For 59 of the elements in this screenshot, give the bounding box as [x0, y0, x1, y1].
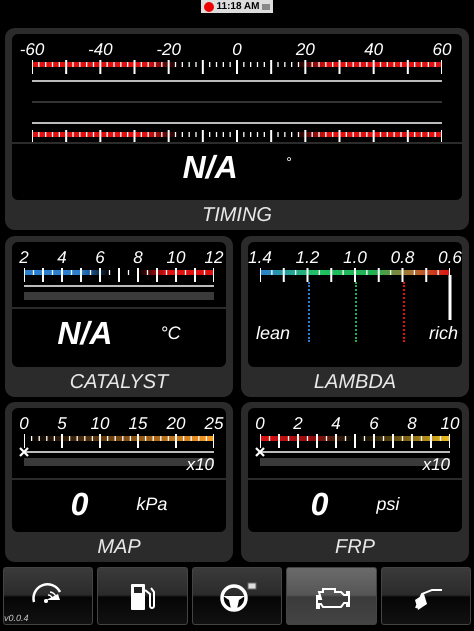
scale-label: 8: [407, 414, 417, 434]
scale-label: 8: [133, 248, 143, 268]
scale-label: 0: [255, 414, 265, 434]
tab-button[interactable]: [286, 567, 377, 625]
multiplier-label: x10: [422, 456, 450, 474]
scale-label: 20: [296, 40, 315, 60]
scale-label: -60: [20, 40, 44, 60]
scale-label: -20: [156, 40, 181, 60]
rich-label: rich: [428, 324, 458, 342]
gauge-value: 0: [70, 485, 88, 524]
gauge-title: TIMING: [201, 203, 273, 228]
scale-label: 6: [369, 414, 379, 434]
gauge-value: N/A: [182, 148, 238, 187]
gauge-title: LAMBDA: [312, 370, 398, 395]
scale-label: 40: [364, 40, 384, 60]
gauge-value: N/A: [57, 314, 112, 353]
gauge-title: CATALYST: [68, 370, 170, 395]
scale-label: 25: [204, 414, 224, 434]
tab-button[interactable]: [3, 567, 94, 625]
scale-label: 10: [440, 414, 460, 434]
scale-label: 15: [128, 414, 148, 434]
scale-label: 0.6: [438, 248, 462, 268]
unit-label: °: [286, 153, 292, 172]
scale-label: 0: [232, 40, 242, 60]
scale-label: 10: [166, 248, 186, 268]
scale-label: 2: [293, 414, 303, 434]
gauge-title: MAP: [96, 535, 142, 560]
scale-label: 20: [166, 414, 186, 434]
guide-line: [402, 282, 404, 342]
scale-label: 2: [19, 248, 29, 268]
scale-label: 12: [204, 248, 224, 268]
guide-line: [308, 282, 310, 342]
gauge-value: 0: [310, 485, 328, 524]
tab-button[interactable]: [192, 567, 282, 625]
unit-label: kPa: [136, 492, 168, 516]
version-label: v0.0.4: [4, 612, 29, 624]
scale-label: 1.4: [248, 248, 272, 268]
battery-icon: [262, 4, 270, 10]
scale-label: 60: [432, 40, 452, 60]
scale-label: 10: [90, 414, 110, 434]
scale-label: 5: [57, 414, 67, 434]
tab-button[interactable]: [97, 567, 188, 625]
needle: [448, 275, 452, 320]
clock-text: 11:18 AM: [216, 0, 260, 13]
scale-label: 0: [19, 414, 29, 434]
unit-label: psi: [376, 492, 400, 516]
unit-label: °C: [160, 322, 181, 344]
guide-line: [355, 282, 357, 342]
scale-label: 0.8: [390, 248, 414, 268]
scale-label: 1.2: [296, 248, 320, 268]
scale-label: 4: [57, 248, 67, 268]
gauge-title: FRP: [334, 535, 376, 560]
multiplier-label: x10: [186, 456, 214, 474]
scale-label: 6: [95, 248, 105, 268]
scale-label: 1.0: [343, 248, 367, 268]
scale-label: -40: [88, 40, 113, 60]
scale-label: 4: [331, 414, 341, 434]
tab-button[interactable]: [380, 567, 472, 625]
lean-label: lean: [256, 324, 290, 342]
